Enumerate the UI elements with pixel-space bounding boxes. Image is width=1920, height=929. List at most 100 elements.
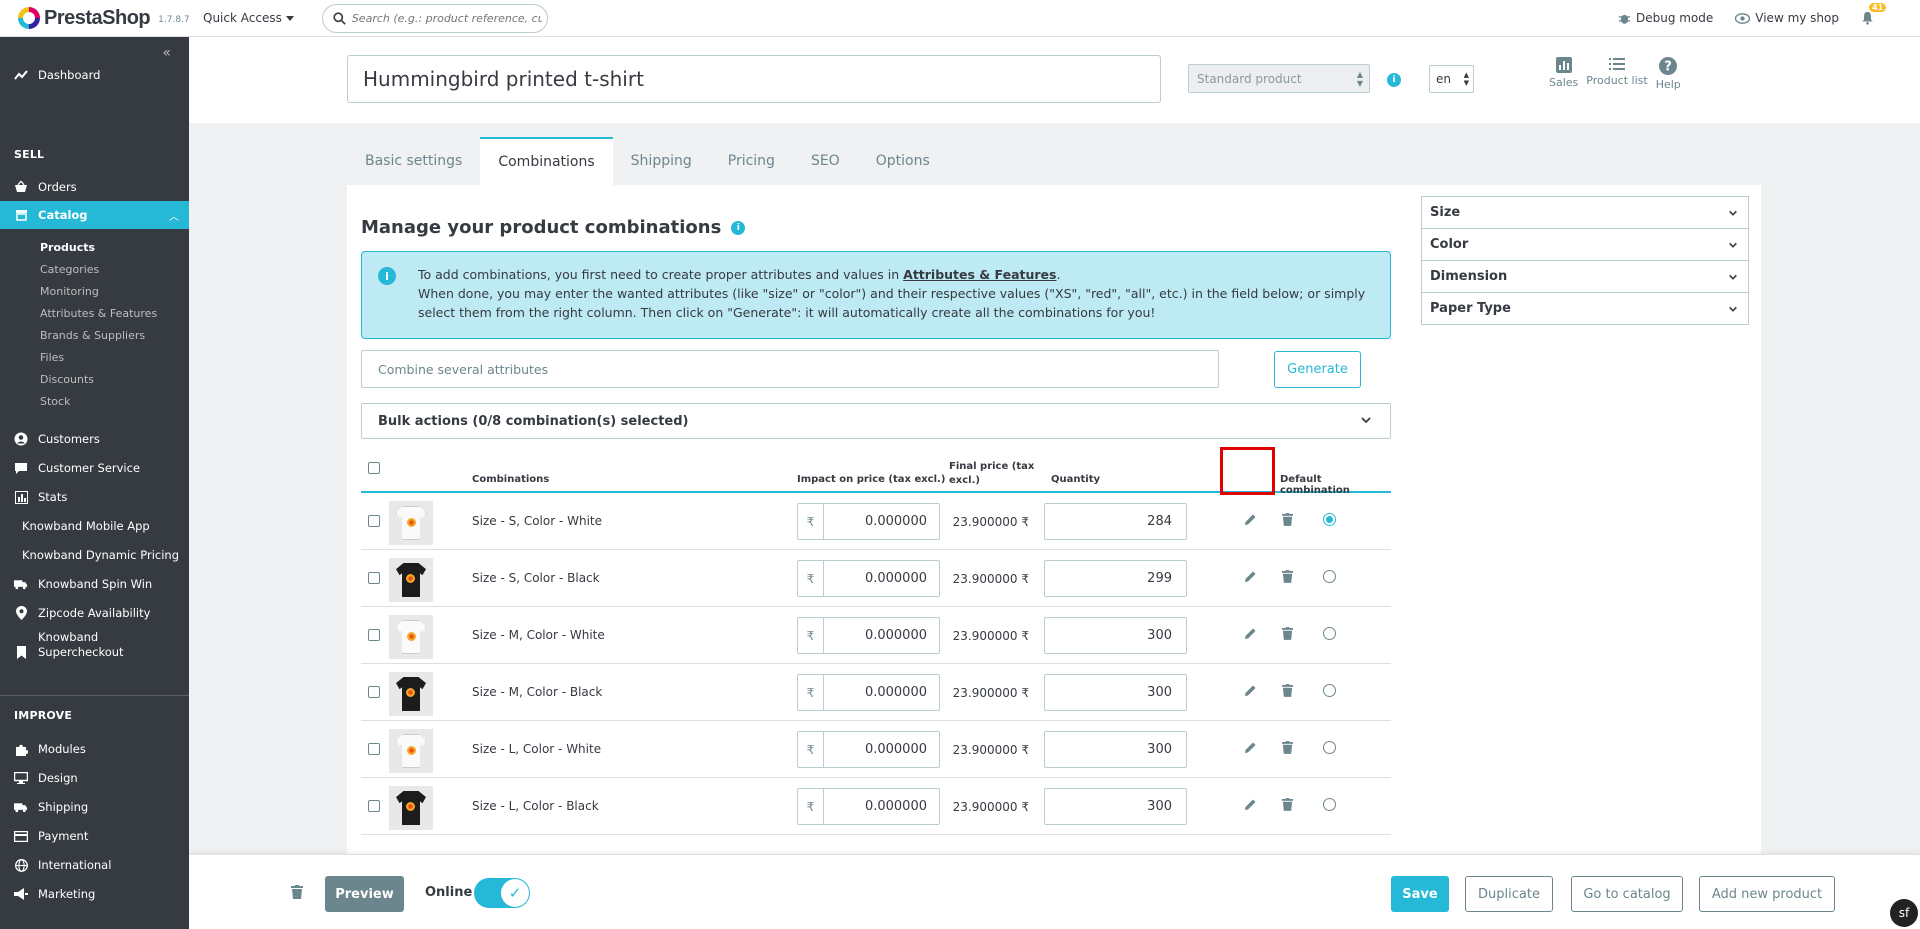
search-input[interactable] [351,11,542,25]
tab-basic-settings[interactable]: Basic settings [347,137,480,185]
pencil-icon[interactable] [1244,513,1257,530]
pencil-icon[interactable] [1244,684,1257,701]
product-type-select[interactable]: Standard product ▲ ▼ [1188,64,1370,93]
subnav-brands-suppliers[interactable]: Brands & Suppliers [40,329,145,342]
sidebar-item-knowband-spin[interactable]: Knowband Spin Win [0,572,189,596]
impact-price-input[interactable]: ₹ 0.000000 [797,788,940,825]
pencil-icon[interactable] [1244,741,1257,758]
sidebar-item-knowband-dynamic[interactable]: Knowband Dynamic Pricing [0,543,189,567]
quantity-input[interactable]: 300 [1044,617,1187,654]
subnav-monitoring[interactable]: Monitoring [40,285,99,298]
trash-icon[interactable] [1282,627,1293,644]
sidebar-item-catalog[interactable]: Catalog ︿ [0,201,189,229]
notifications-button[interactable]: 41 [1861,3,1887,25]
pencil-icon[interactable] [1244,798,1257,815]
quantity-input[interactable]: 284 [1044,503,1187,540]
subnav-attributes-features[interactable]: Attributes & Features [40,307,157,320]
impact-price-input[interactable]: ₹ 0.000000 [797,731,940,768]
add-new-product-button[interactable]: Add new product [1699,876,1835,912]
quantity-input[interactable]: 300 [1044,731,1187,768]
trash-icon[interactable] [1282,684,1293,701]
attribute-paper-type[interactable]: Paper Type [1421,292,1749,325]
product-thumbnail[interactable] [389,729,433,773]
generate-button[interactable]: Generate [1274,351,1361,388]
language-select[interactable]: en ▲ ▼ [1429,65,1474,93]
sidebar-item-customer-service[interactable]: Customer Service [0,456,189,480]
row-checkbox[interactable] [368,515,380,527]
impact-price-input[interactable]: ₹ 0.000000 [797,503,940,540]
quantity-input[interactable]: 300 [1044,788,1187,825]
debug-mode-link[interactable]: Debug mode [1618,11,1713,25]
attributes-features-link[interactable]: Attributes & Features [903,267,1056,282]
row-checkbox[interactable] [368,629,380,641]
pencil-icon[interactable] [1244,570,1257,587]
sidebar-item-payment[interactable]: Payment [0,824,189,848]
preview-button[interactable]: Preview [325,876,404,912]
row-checkbox[interactable] [368,743,380,755]
sidebar-item-dashboard[interactable]: Dashboard [0,63,189,87]
quantity-input[interactable]: 300 [1044,674,1187,711]
default-combination-radio[interactable] [1323,627,1336,640]
symfony-toolbar-icon[interactable]: sf [1890,899,1918,927]
product-thumbnail[interactable] [389,786,433,830]
subnav-products[interactable]: Products [40,241,95,254]
sidebar-item-marketing[interactable]: Marketing [0,882,189,906]
product-thumbnail[interactable] [389,501,433,545]
sidebar-item-international[interactable]: International [0,853,189,877]
duplicate-button[interactable]: Duplicate [1465,876,1553,912]
subnav-files[interactable]: Files [40,351,64,364]
trash-icon[interactable] [1282,570,1293,587]
default-combination-radio[interactable] [1323,741,1336,754]
trash-icon[interactable] [1282,741,1293,758]
pencil-icon[interactable] [1244,627,1257,644]
view-shop-link[interactable]: View my shop [1735,11,1839,25]
online-toggle[interactable]: ✓ [474,878,530,908]
sidebar-item-customers[interactable]: Customers [0,427,189,451]
go-to-catalog-button[interactable]: Go to catalog [1571,876,1683,912]
quantity-input[interactable]: 299 [1044,560,1187,597]
info-icon[interactable]: i [1387,73,1401,87]
subnav-stock[interactable]: Stock [40,395,70,408]
tab-seo[interactable]: SEO [793,137,858,185]
sidebar-item-stats[interactable]: Stats [0,485,189,509]
tab-pricing[interactable]: Pricing [710,137,793,185]
attribute-color[interactable]: Color [1421,228,1749,261]
search-box[interactable] [321,3,548,33]
sidebar-item-orders[interactable]: Orders [0,175,189,199]
subnav-discounts[interactable]: Discounts [40,373,94,386]
row-checkbox[interactable] [368,572,380,584]
sales-link[interactable]: Sales [1549,57,1578,91]
info-icon[interactable]: i [731,220,746,235]
default-combination-radio[interactable] [1323,570,1336,583]
sidebar-item-knowband-supercheckout[interactable]: Knowband Supercheckout [0,630,189,669]
quick-access-dropdown[interactable]: Quick Access [203,11,294,25]
tab-options[interactable]: Options [858,137,948,185]
bulk-actions-dropdown[interactable]: Bulk actions (0/8 combination(s) selecte… [361,403,1391,439]
logo[interactable]: PrestaShop 1.7.8.7 [18,7,193,30]
combine-attributes-input[interactable]: Combine several attributes [361,350,1219,388]
impact-price-input[interactable]: ₹ 0.000000 [797,617,940,654]
attribute-dimension[interactable]: Dimension [1421,260,1749,293]
tab-combinations[interactable]: Combinations [480,137,613,185]
product-thumbnail[interactable] [389,615,433,659]
product-thumbnail[interactable] [389,672,433,716]
product-name-input[interactable]: Hummingbird printed t-shirt [347,55,1161,103]
collapse-sidebar-icon[interactable]: « [162,45,171,61]
row-checkbox[interactable] [368,686,380,698]
impact-price-input[interactable]: ₹ 0.000000 [797,674,940,711]
trash-icon[interactable] [1282,513,1293,530]
delete-product-trash-icon[interactable] [291,885,303,903]
product-list-link[interactable]: Product list [1586,57,1648,91]
save-button[interactable]: Save [1391,876,1449,912]
product-thumbnail[interactable] [389,558,433,602]
select-all-checkbox[interactable] [368,462,380,474]
sidebar-item-knowband-mobile[interactable]: Knowband Mobile App [0,514,189,538]
default-combination-radio[interactable] [1323,684,1336,697]
tab-shipping[interactable]: Shipping [613,137,710,185]
sidebar-item-shipping[interactable]: Shipping [0,795,189,819]
sidebar-item-modules[interactable]: Modules [0,737,189,761]
sidebar-item-zipcode[interactable]: Zipcode Availability [0,601,189,625]
row-checkbox[interactable] [368,800,380,812]
trash-icon[interactable] [1282,798,1293,815]
default-combination-radio[interactable] [1323,798,1336,811]
